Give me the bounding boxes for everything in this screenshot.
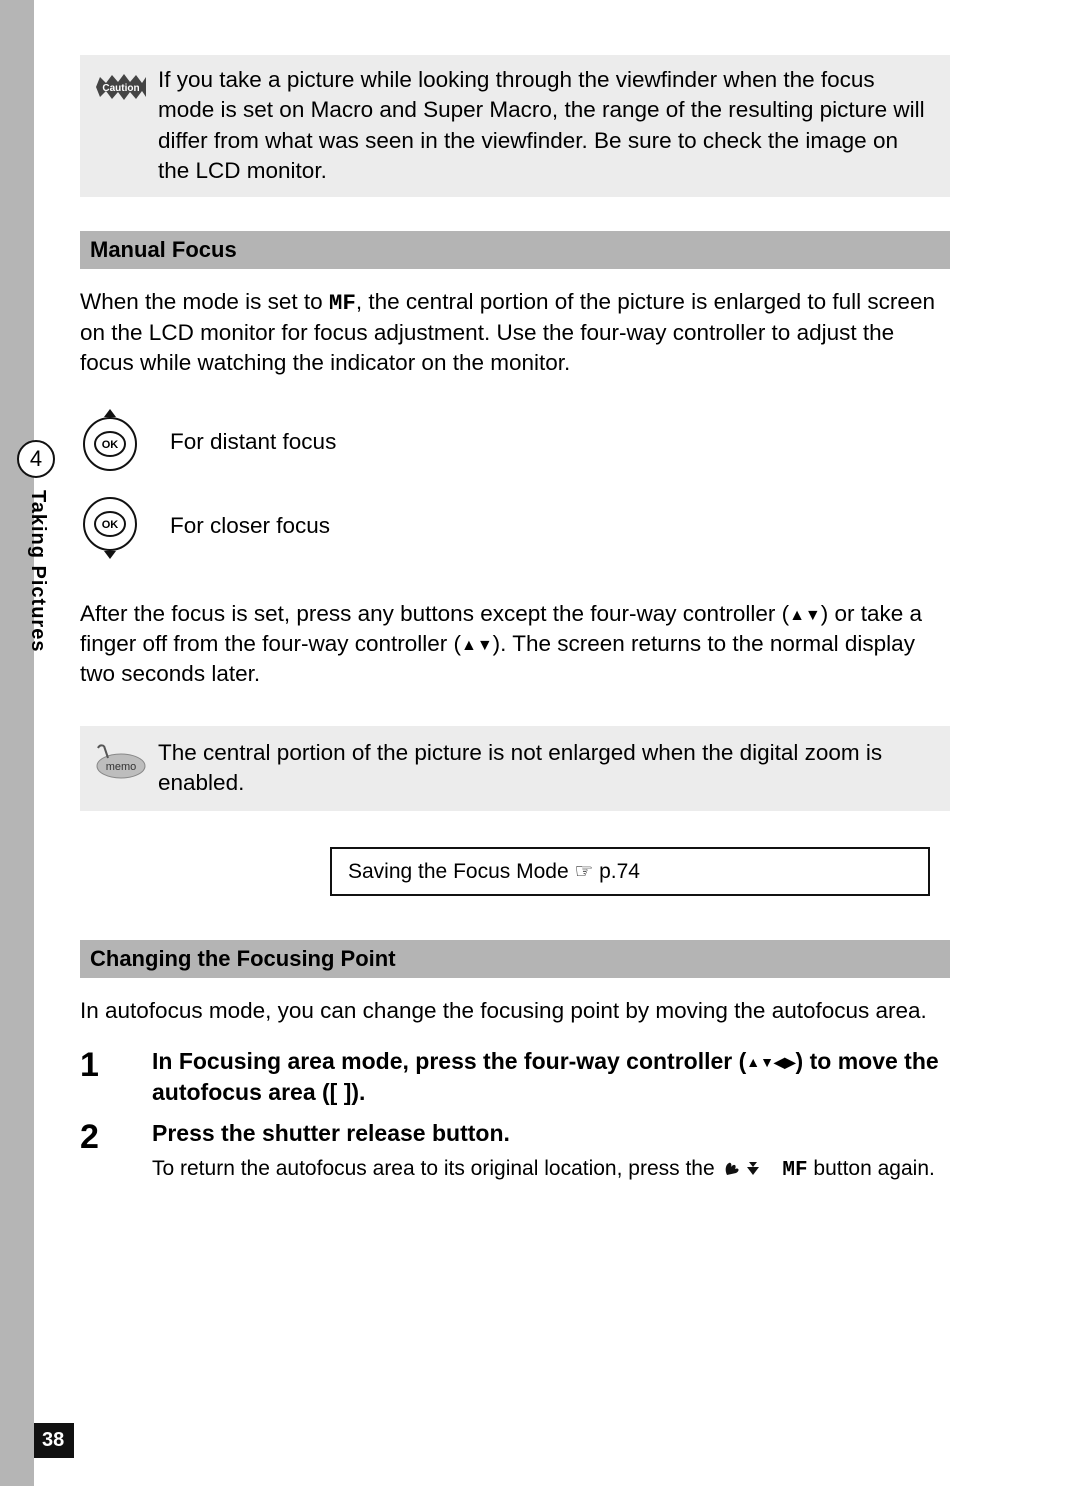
memo-callout: memo The central portion of the picture … xyxy=(80,726,950,811)
svg-text:OK: OK xyxy=(102,519,119,531)
step-2: 2 Press the shutter release button. To r… xyxy=(80,1118,950,1185)
chapter-tab: 4 Taking Pictures xyxy=(34,440,55,478)
change-focus-intro: In autofocus mode, you can change the fo… xyxy=(80,996,950,1026)
section-heading-changing-focus: Changing the Focusing Point xyxy=(80,940,950,978)
ok-down-label: For closer focus xyxy=(170,513,330,539)
ok-down-row: OK For closer focus xyxy=(80,493,950,559)
caution-badge-text: Caution xyxy=(102,83,139,94)
arrows-2: ▲▼ xyxy=(461,637,493,654)
arrows-1: ▲▼ xyxy=(789,607,821,624)
step2-mf: MF xyxy=(782,1159,807,1182)
after-focus-text: After the focus is set, press any button… xyxy=(80,599,950,690)
caution-icon: Caution xyxy=(94,69,148,105)
step1-arrows: ▲▼◀▶ xyxy=(746,1054,795,1070)
step2-a: To return the autofocus area to its orig… xyxy=(152,1157,721,1180)
step-1-title: In Focusing area mode, press the four-wa… xyxy=(152,1046,950,1108)
manual-focus-intro: When the mode is set to MF, the central … xyxy=(80,287,950,379)
caution-text: If you take a picture while looking thro… xyxy=(148,65,932,187)
ok-button-up-icon: OK xyxy=(80,409,140,475)
ok-up-row: OK For distant focus xyxy=(80,409,950,475)
step-2-number: 2 xyxy=(80,1118,152,1156)
step1-a: In Focusing area mode, press the four-wa… xyxy=(152,1048,746,1074)
step-1: 1 In Focusing area mode, press the four-… xyxy=(80,1046,950,1108)
cross-reference-box: Saving the Focus Mode ☞ p.74 xyxy=(330,847,930,896)
cross-reference-text: Saving the Focus Mode ☞ p.74 xyxy=(348,860,640,883)
chapter-number-circle: 4 xyxy=(17,440,55,478)
memo-text: The central portion of the picture is no… xyxy=(148,738,932,799)
macro-mf-icons xyxy=(721,1157,777,1185)
memo-badge-text: memo xyxy=(106,761,137,773)
mf-mode-label: MF xyxy=(329,290,356,316)
ok-up-label: For distant focus xyxy=(170,429,336,455)
ok-button-down-icon: OK xyxy=(80,493,140,559)
caution-callout: Caution If you take a picture while look… xyxy=(80,55,950,197)
svg-text:OK: OK xyxy=(102,439,119,451)
step-2-detail: To return the autofocus area to its orig… xyxy=(152,1155,935,1185)
after-a: After the focus is set, press any button… xyxy=(80,601,789,626)
left-binding-strip xyxy=(0,0,34,1486)
memo-icon: memo xyxy=(94,740,148,785)
step2-b: button again. xyxy=(808,1157,935,1180)
mf-intro-pre: When the mode is set to xyxy=(80,289,329,314)
section-heading-manual-focus: Manual Focus xyxy=(80,231,950,269)
chapter-label: Taking Pictures xyxy=(26,490,49,652)
step-2-title: Press the shutter release button. xyxy=(152,1118,935,1149)
step-1-number: 1 xyxy=(80,1046,152,1084)
page-number: 38 xyxy=(34,1423,74,1458)
